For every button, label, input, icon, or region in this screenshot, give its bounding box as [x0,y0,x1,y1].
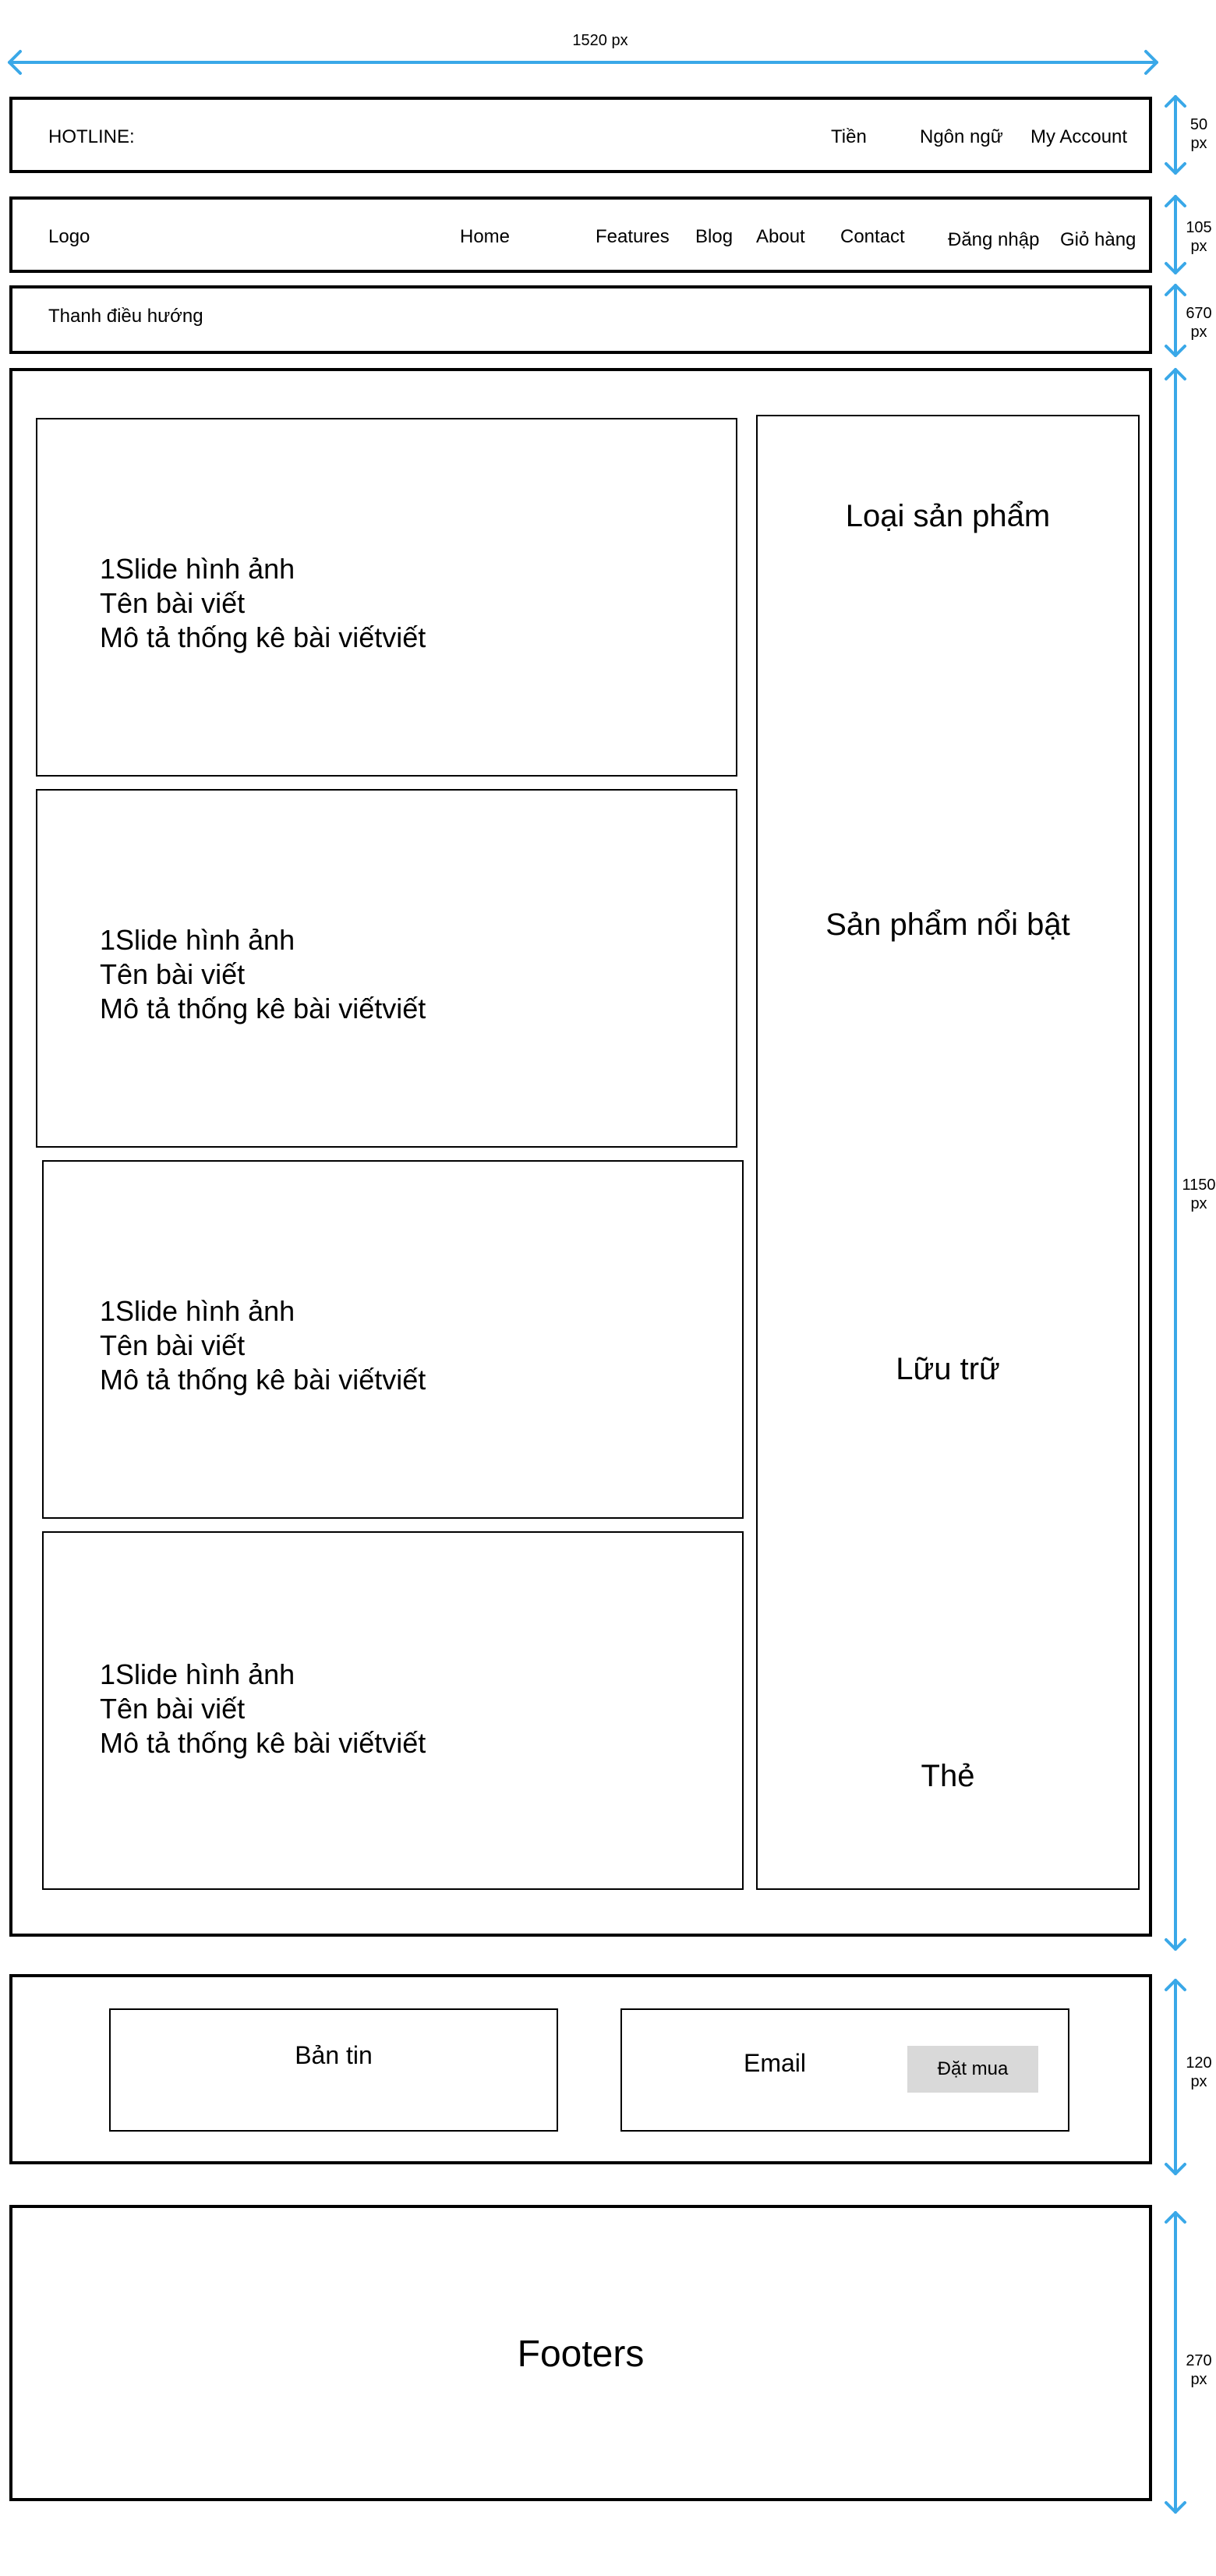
slide-description: Mô tả thống kê bài viếtviết [100,1364,426,1396]
width-arrow [8,50,1158,75]
hotline-label: HOTLINE: [48,126,135,147]
slide-description: Mô tả thống kê bài viếtviết [100,993,426,1024]
menu-features[interactable]: Features [596,228,670,246]
slide-text: 1Slide hình ảnh Tên bài viết Mô tả thống… [100,1294,426,1397]
sidebar-archive[interactable]: Lữu trữ [758,1353,1138,1385]
login-link[interactable]: Đăng nhập [948,231,1039,249]
subscribe-box: Email Đặt mua [620,2008,1069,2132]
slide-card[interactable]: 1Slide hình ảnh Tên bài viết Mô tả thống… [42,1160,744,1519]
slide-title: Tên bài viết [100,587,246,619]
sidebar-tags[interactable]: Thẻ [758,1760,1138,1792]
slide-image-label: 1Slide hình ảnh [100,553,295,585]
sidebar-featured-products[interactable]: Sản phẩm nổi bật [758,909,1138,940]
sidebar: Loại sản phẩm Sản phẩm nổi bật Lữu trữ T… [756,415,1140,1890]
slide-card[interactable]: 1Slide hình ảnh Tên bài viết Mô tả thống… [42,1531,744,1890]
content-height-label: 1150 px [1182,1177,1216,1212]
navigation-bar: Thanh điều hướng [9,285,1152,354]
slide-image-label: 1Slide hình ảnh [100,924,295,956]
menu-about[interactable]: About [756,228,805,246]
currency-selector[interactable]: Tiền [831,128,867,147]
slide-text: 1Slide hình ảnh Tên bài viết Mô tả thống… [100,552,426,655]
newsletter-height-label: 120 px [1186,2054,1212,2090]
menu-contact[interactable]: Contact [840,228,905,246]
navigation-bar-label: Thanh điều hướng [48,306,203,327]
newsletter-label: Bản tin [295,2041,373,2069]
nav-height-label: 670 px [1186,305,1212,341]
language-selector[interactable]: Ngôn ngữ [920,128,1003,147]
sidebar-categories[interactable]: Loại sản phẩm [758,501,1138,532]
slide-card[interactable]: 1Slide hình ảnh Tên bài viết Mô tả thống… [36,418,737,777]
menu-home[interactable]: Home [460,228,510,246]
cart-link[interactable]: Giỏ hàng [1060,231,1136,249]
subscribe-button[interactable]: Đặt mua [907,2046,1038,2093]
topbar-height-label: 50 px [1189,116,1208,152]
footer-label: Footers [517,2334,645,2375]
email-field[interactable]: Email [744,2051,806,2075]
logo[interactable]: Logo [48,228,90,246]
slide-description: Mô tả thống kê bài viếtviết [100,621,426,653]
top-bar: HOTLINE: Tiền Ngôn ngữ My Account [9,97,1152,173]
my-account-link[interactable]: My Account [1030,128,1127,147]
slide-image-label: 1Slide hình ảnh [100,1658,295,1690]
slide-description: Mô tả thống kê bài viếtviết [100,1727,426,1759]
slide-card[interactable]: 1Slide hình ảnh Tên bài viết Mô tả thống… [36,789,737,1148]
content-height-arrow [1165,368,1186,1951]
footer-height-label: 270 px [1186,2352,1212,2388]
main-content: 1Slide hình ảnh Tên bài viết Mô tả thống… [9,368,1152,1937]
slide-title: Tên bài viết [100,958,246,990]
slide-title: Tên bài viết [100,1329,246,1361]
slide-title: Tên bài viết [100,1693,246,1725]
newsletter-box: Bản tin [109,2008,558,2132]
slide-image-label: 1Slide hình ảnh [100,1295,295,1327]
header-height-label: 105 px [1186,219,1212,255]
slide-text: 1Slide hình ảnh Tên bài viết Mô tả thống… [100,1658,426,1760]
slide-text: 1Slide hình ảnh Tên bài viết Mô tả thống… [100,923,426,1026]
header: Logo Home Features Blog About Contact Đă… [9,196,1152,273]
footer: Footers [9,2205,1152,2501]
menu-blog[interactable]: Blog [695,228,733,246]
width-dimension-label: 1520 px [572,32,628,49]
newsletter-section: Bản tin Email Đặt mua [9,1974,1152,2164]
